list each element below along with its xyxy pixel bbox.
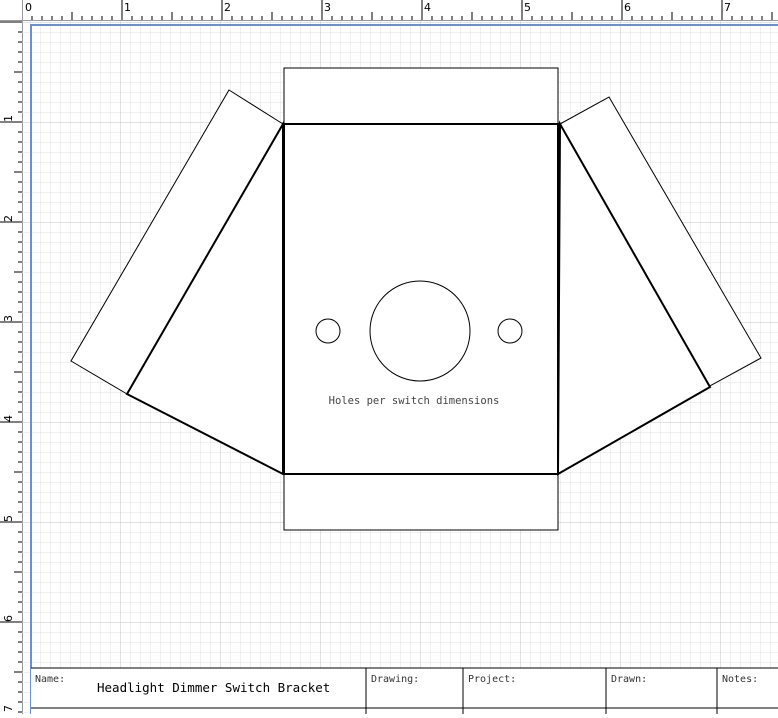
left-mounting-hole[interactable] xyxy=(315,318,341,344)
holes-caption: Holes per switch dimensions xyxy=(329,395,500,407)
top-flap[interactable] xyxy=(283,67,559,125)
title-block: Name: Headlight Dimmer Switch Bracket Dr… xyxy=(31,667,778,714)
bottom-flap[interactable] xyxy=(283,473,559,531)
name-value[interactable]: Headlight Dimmer Switch Bracket xyxy=(97,680,330,695)
name-label: Name: xyxy=(35,674,65,685)
switch-center-hole[interactable] xyxy=(369,280,471,382)
drawing-label: Drawing: xyxy=(371,674,419,685)
ruler-corner xyxy=(0,0,23,21)
project-label: Project: xyxy=(468,674,516,685)
drawing-canvas[interactable]: Holes per switch dimensions Name: Headli… xyxy=(0,0,778,714)
notes-label: Notes: xyxy=(722,674,758,685)
right-mounting-hole[interactable] xyxy=(497,318,523,344)
drawn-label: Drawn: xyxy=(611,674,647,685)
